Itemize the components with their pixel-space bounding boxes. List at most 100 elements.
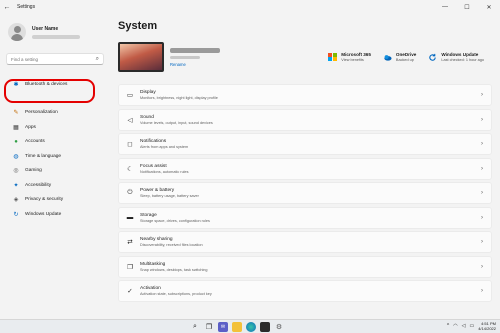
card-title: Sound [140,114,154,120]
device-name-redacted [170,47,220,53]
minimize-button[interactable]: — [434,4,456,11]
card-display[interactable]: ▭ Display Monitors, brightness, night lig… [118,84,492,106]
wifi-icon[interactable]: ◠ [453,323,457,329]
card-description: Volume levels, output, input, sound devi… [140,120,213,125]
tile-subtitle: View benefits [341,58,364,62]
tile-onedrive[interactable]: OneDrive Backed up [383,52,416,62]
brush-icon: ✎ [13,110,19,117]
card-sound[interactable]: ◁ Sound Volume levels, output, input, sou… [118,108,492,131]
edge-icon[interactable] [246,322,256,332]
card-title: Power & battery [140,188,175,193]
sidebar-item-label: Time & language [25,153,62,159]
sidebar-item-accounts[interactable]: ● Accounts [4,135,106,150]
rename-link[interactable]: Rename [170,62,220,67]
tile-windows-update[interactable]: Windows Update Last checked: 1 hour ago [428,52,484,62]
activation-icon: ✓ [127,288,133,295]
search-icon[interactable]: ⌕ [96,56,99,63]
card-storage[interactable]: ▬ Storage Storage space, drives, configur… [118,206,492,229]
storage-icon: ▬ [126,214,134,221]
chevron-right-icon: › [481,141,483,147]
tile-microsoft-365[interactable]: Microsoft 365 View benefits [328,52,371,62]
search-input[interactable] [11,56,96,62]
multitask-icon: ❐ [127,263,133,271]
sidebar-item-label: Privacy & security [25,197,64,203]
sidebar-item-time-language[interactable]: ◍ Time & language [4,149,106,164]
card-title: Display [140,90,156,95]
taskview-icon[interactable]: ❐ [204,322,214,332]
sidebar-item-privacy-security[interactable]: ◈ Privacy & security [4,193,106,208]
sidebar-item-apps[interactable]: ▦ Apps [4,120,106,135]
card-power-battery[interactable]: ⏻ Power & battery Sleep, battery usage, b… [118,182,492,204]
close-button[interactable]: ✕ [478,4,500,11]
chevron-right-icon: › [481,263,483,270]
settings-icon[interactable]: ⚙ [274,322,284,332]
microsoft365-icon [328,52,338,62]
card-description: Monitors, brightness, night light, displ… [140,96,218,100]
card-focus-assist[interactable]: ☾ Focus assist Notifications, automatic r… [118,157,492,180]
chevron-right-icon: › [481,190,483,196]
chevron-up-icon[interactable]: ^ [447,323,449,329]
sidebar-item-label: Windows Update [25,211,62,217]
clock[interactable]: 4:51 PM 4/14/2022 [478,321,496,331]
battery-icon[interactable]: ▭ [469,323,474,329]
card-nearby-sharing[interactable]: ⇄ Nearby sharing Discoverability, receive… [118,231,492,253]
store-icon[interactable] [260,322,270,332]
settings-list: ▭ Display Monitors, brightness, night lig… [118,84,492,302]
clock-date: 4/14/2022 [478,326,496,331]
page-title: System [118,20,158,32]
search-box[interactable]: ⌕ [6,53,104,65]
sidebar-item-accessibility[interactable]: ✦ Accessibility [4,178,106,193]
tile-title: Windows Update [441,52,479,57]
card-notifications[interactable]: ◻ Notifications Alerts from apps and syst… [118,133,492,155]
user-email-redacted [32,34,80,39]
system-tray: ^ ◠ ◁ ▭ 4:51 PM 4/14/2022 [447,321,496,331]
tile-title: OneDrive [395,52,417,57]
chevron-right-icon: › [481,165,483,172]
update-icon: ↻ [13,211,19,218]
back-arrow-icon[interactable]: ← [0,4,14,11]
sidebar-item-gaming[interactable]: ◎ Gaming [4,164,106,179]
chevron-right-icon: › [481,214,483,221]
volume-icon[interactable]: ◁ [462,323,466,329]
quick-tiles: Microsoft 365 View benefits OneDrive Bac… [328,52,484,62]
globe-icon: ◍ [13,153,19,160]
card-title: Storage [140,212,157,218]
onedrive-icon [384,54,392,61]
explorer-icon[interactable] [232,322,242,332]
moon-icon: ☾ [127,165,133,173]
power-icon: ⏻ [127,189,133,196]
share-icon: ⇄ [127,239,133,246]
sidebar-item-label: Gaming [25,168,42,174]
sidebar-item-personalization[interactable]: ✎ Personalization [4,106,106,121]
apps-icon: ▦ [13,124,19,131]
chevron-right-icon: › [481,239,483,245]
card-description: Snap windows, desktops, task switching [140,267,208,272]
card-title: Focus assist [140,163,167,169]
device-image [118,42,164,72]
windows-update-icon [429,53,437,61]
sidebar-item-label: Personalization [25,110,58,116]
sidebar-item-label: Accounts [25,139,45,145]
gamepad-icon: ◎ [13,168,19,175]
display-icon: ▭ [126,92,134,99]
sidebar-item-windows-update[interactable]: ↻ Windows Update [4,207,106,222]
card-title: Nearby sharing [140,237,173,242]
card-title: Notifications [140,139,167,144]
window-controls: — ☐ ✕ [434,4,500,11]
tile-title: Microsoft 365 [341,52,371,57]
highlight-annotation-ring [4,79,95,103]
user-name: User Name [32,25,59,32]
card-activation[interactable]: ✓ Activation Activation state, subscripti… [118,280,492,302]
chat-icon[interactable]: ✉ [218,322,228,332]
card-description: Activation state, subscriptions, product… [140,292,212,296]
card-title: Multitasking [140,261,166,267]
tile-subtitle: Backed up [395,58,414,62]
maximize-button[interactable]: ☐ [456,4,478,11]
search-icon[interactable]: ⌕ [190,322,200,332]
card-multitasking[interactable]: ❐ Multitasking Snap windows, desktops, ta… [118,255,492,278]
speaker-icon: ◁ [127,116,133,124]
profile[interactable]: User Name [0,14,110,50]
card-title: Activation [140,286,161,291]
shield-icon: ◈ [13,197,19,204]
start-icon[interactable] [176,322,186,332]
